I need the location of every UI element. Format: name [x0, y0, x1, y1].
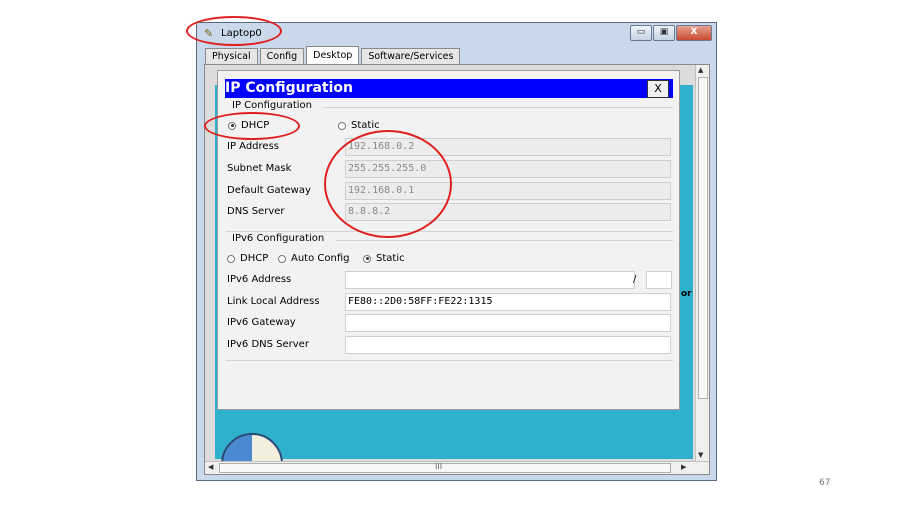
scroll-down-icon[interactable]: ▼ — [698, 451, 703, 459]
ipv6-gateway-field[interactable] — [345, 314, 671, 332]
vertical-scroll-thumb[interactable] — [698, 77, 708, 399]
scroll-left-icon[interactable]: ◀ — [208, 463, 213, 471]
dns-server-label: DNS Server — [227, 206, 285, 217]
tab-software-services[interactable]: Software/Services — [361, 48, 461, 64]
scroll-up-icon[interactable]: ▲ — [698, 66, 703, 74]
ipv6-static-radio[interactable]: Static — [363, 253, 405, 264]
prefix-separator: / — [633, 274, 637, 285]
link-local-address-label: Link Local Address — [227, 296, 320, 307]
horizontal-scroll-thumb[interactable] — [219, 463, 671, 473]
horizontal-scrollbar[interactable]: ◀ III ▶ — [205, 461, 709, 474]
radio-unselected-icon — [278, 254, 286, 263]
ipv6-auto-config-label: Auto Config — [291, 253, 350, 264]
maximize-button[interactable]: ▣ — [653, 25, 675, 41]
ipv6-dhcp-label: DHCP — [240, 253, 269, 264]
ipv4-section-label: IP Configuration — [232, 100, 312, 111]
background-partial-text: or — [681, 289, 692, 299]
radio-selected-icon — [363, 254, 371, 263]
tab-config[interactable]: Config — [259, 48, 305, 64]
dialog-close-button[interactable]: X — [647, 80, 669, 98]
annotation-oval-dhcp — [204, 112, 300, 140]
default-gateway-label: Default Gateway — [227, 185, 311, 196]
window-close-button[interactable]: X — [676, 25, 712, 41]
annotation-oval-title — [186, 16, 282, 46]
minimize-button[interactable]: ▭ — [630, 25, 652, 41]
ipv6-prefix-length-field[interactable] — [646, 271, 672, 289]
scroll-grip: III — [435, 462, 443, 471]
page-number: 67 — [819, 478, 831, 488]
ipv6-dns-server-label: IPv6 DNS Server — [227, 339, 309, 350]
tab-bar: Physical Config Desktop Software/Service… — [205, 46, 462, 64]
ipv6-dhcp-radio[interactable]: DHCP — [227, 253, 268, 264]
ipv4-static-label: Static — [351, 120, 380, 131]
radio-unselected-icon — [227, 254, 235, 263]
vertical-scrollbar[interactable]: ▲ ▼ — [695, 65, 709, 463]
ipv6-auto-config-radio[interactable]: Auto Config — [278, 253, 349, 264]
ipv6-dns-server-field[interactable] — [345, 336, 671, 354]
tab-physical[interactable]: Physical — [205, 48, 258, 64]
ipv6-separator — [336, 240, 673, 241]
ipv4-static-radio[interactable]: Static — [338, 120, 380, 131]
section-divider — [226, 231, 673, 232]
ipv4-separator — [323, 107, 673, 108]
annotation-oval-addresses — [324, 130, 452, 238]
link-local-address-field[interactable]: FE80::2D0:58FF:FE22:1315 — [345, 293, 671, 311]
scroll-right-icon[interactable]: ▶ — [681, 463, 686, 471]
ip-address-label: IP Address — [227, 141, 279, 152]
dialog-title: IP Configuration — [225, 80, 353, 96]
ipv6-gateway-label: IPv6 Gateway — [227, 317, 296, 328]
radio-unselected-icon — [338, 121, 346, 130]
subnet-mask-label: Subnet Mask — [227, 163, 292, 174]
ipv6-static-label: Static — [376, 253, 405, 264]
dialog-titlebar: IP Configuration X — [225, 79, 673, 98]
ipv6-section-label: IPv6 Configuration — [232, 233, 325, 244]
ipv6-address-field[interactable] — [345, 271, 635, 289]
ipv6-address-label: IPv6 Address — [227, 274, 292, 285]
tab-desktop[interactable]: Desktop — [306, 46, 360, 64]
bottom-separator — [226, 360, 673, 361]
